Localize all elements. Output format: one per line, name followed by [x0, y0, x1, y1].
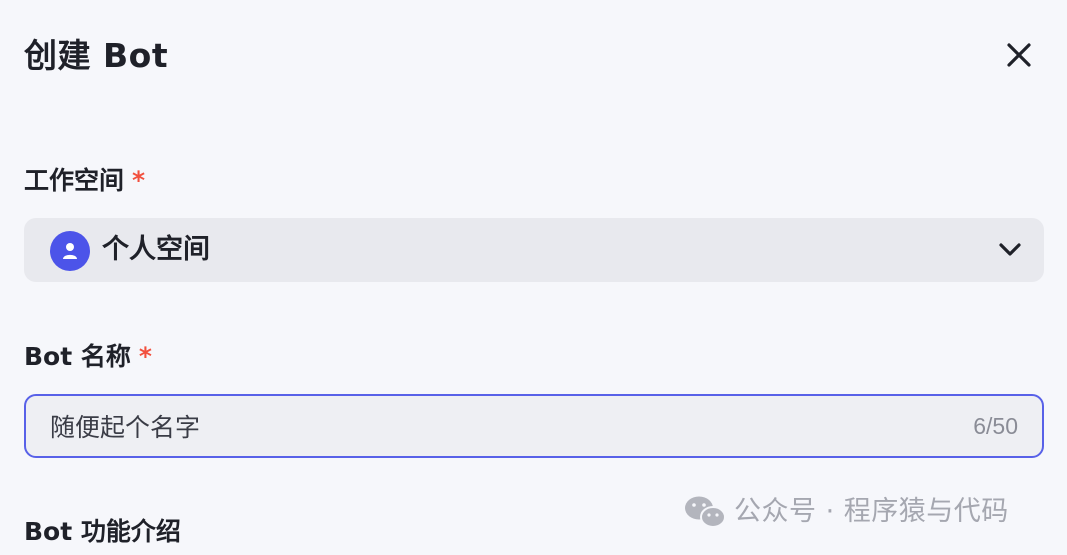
bot-description-label: Bot 功能介绍 — [24, 517, 181, 546]
bot-name-label-text: Bot 名称 — [24, 342, 131, 371]
workspace-label: 工作空间 * — [24, 164, 145, 198]
wechat-icon — [684, 495, 726, 529]
required-mark: * — [132, 166, 146, 195]
workspace-label-text: 工作空间 — [24, 166, 125, 195]
close-button[interactable] — [1000, 36, 1038, 74]
user-icon — [63, 243, 77, 259]
workspace-select[interactable]: 个人空间 — [24, 218, 1044, 282]
required-mark: * — [138, 342, 152, 371]
watermark-text: 公众号 · 程序猿与代码 — [734, 496, 1009, 527]
create-bot-dialog: 创建 Bot 工作空间* 个人空间 Bot 名称* 6/50 Bo — [0, 0, 1067, 555]
bot-name-input[interactable] — [50, 396, 930, 456]
close-icon — [1007, 43, 1031, 67]
dialog-title: 创建 Bot — [24, 36, 169, 75]
bot-name-field[interactable]: 6/50 — [24, 394, 1044, 458]
watermark: 公众号 · 程序猿与代码 — [684, 494, 1009, 530]
user-avatar — [50, 231, 90, 271]
bot-name-label: Bot 名称 * — [24, 340, 152, 374]
workspace-selected-value: 个人空间 — [102, 234, 210, 265]
char-counter: 6/50 — [973, 413, 1018, 439]
chevron-down-icon — [996, 236, 1024, 264]
